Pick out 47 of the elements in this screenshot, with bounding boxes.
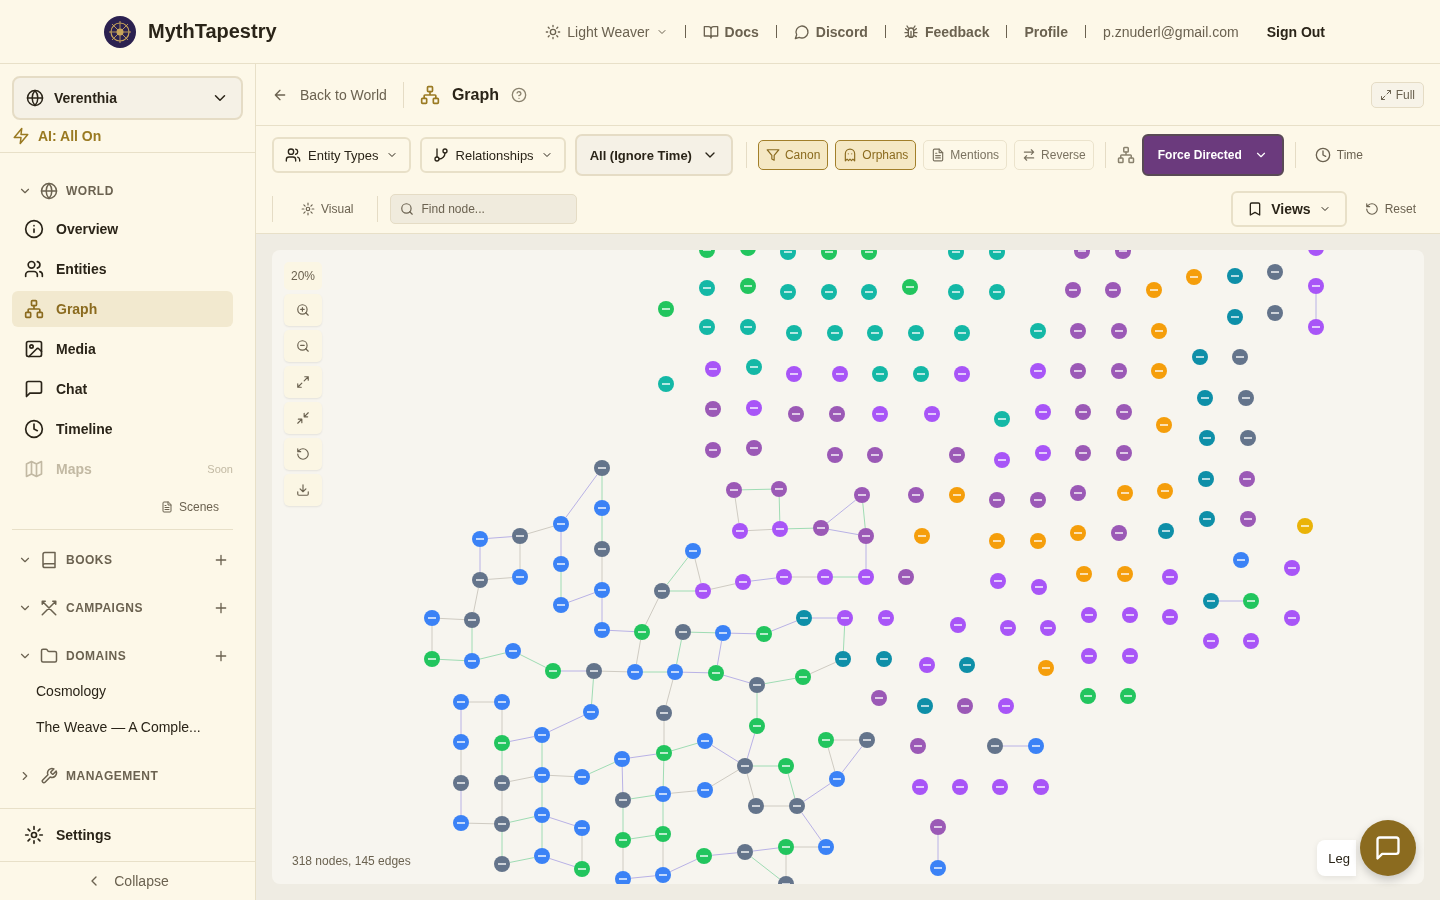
sidebar-nav-item[interactable]: Chat bbox=[12, 371, 233, 408]
ai-status: AI: All On bbox=[38, 128, 102, 145]
back-link[interactable]: Back to World bbox=[272, 86, 387, 103]
soon-label: Soon bbox=[207, 463, 233, 476]
domain-item[interactable]: The Weave — A Comple... bbox=[0, 716, 255, 753]
reset-button[interactable]: Reset bbox=[1364, 201, 1428, 216]
toggle-button[interactable]: Orphans bbox=[835, 140, 917, 170]
world-section-header[interactable]: WORLD bbox=[18, 175, 114, 208]
brand-name: MythTapestry bbox=[148, 20, 277, 43]
graph-canvas[interactable]: 20% 318 nodes, 145 edges Leg bbox=[272, 250, 1424, 884]
sidebar-nav-item[interactable]: Media bbox=[12, 331, 233, 368]
search-field[interactable]: Find node... bbox=[390, 193, 578, 224]
world-selector[interactable]: Verenthia bbox=[12, 76, 243, 120]
toggle-button[interactable]: Mentions bbox=[923, 140, 1008, 170]
section-header[interactable]: BOOKS bbox=[18, 544, 113, 577]
time-filter-dropdown[interactable]: All (Ignore Time) bbox=[574, 134, 733, 176]
sidebar-nav-item[interactable]: Timeline bbox=[12, 411, 233, 448]
views-dropdown[interactable]: Views bbox=[1231, 190, 1347, 227]
toggle-button[interactable]: Canon bbox=[757, 140, 829, 170]
settings-button[interactable]: Settings bbox=[12, 817, 243, 854]
section-header[interactable]: MANAGEMENT bbox=[18, 760, 159, 793]
time-button[interactable]: Time bbox=[1306, 147, 1371, 163]
collapse-button[interactable]: Collapse bbox=[86, 873, 169, 890]
visual-button[interactable]: Visual bbox=[289, 201, 366, 216]
scenes-link[interactable]: Scenes bbox=[160, 500, 219, 515]
section-header[interactable]: CAMPAIGNS bbox=[18, 592, 143, 625]
zoom-level: 20% bbox=[284, 262, 322, 290]
page-title: Graph bbox=[451, 85, 499, 104]
theme-selector[interactable]: Light Weaver bbox=[545, 23, 668, 40]
header-link[interactable]: Profile bbox=[1024, 23, 1069, 40]
header-link[interactable]: Docs bbox=[702, 23, 759, 40]
sidebar-nav-item[interactable]: Graph bbox=[12, 291, 233, 328]
graph-stats: 318 nodes, 145 edges bbox=[292, 854, 411, 868]
sign-out-link[interactable]: Sign Out bbox=[1266, 23, 1325, 40]
header-link[interactable]: Feedback bbox=[902, 23, 990, 40]
fullscreen-button[interactable]: Full bbox=[1370, 81, 1424, 108]
filter-dropdown[interactable]: Relationships bbox=[419, 137, 566, 173]
section-header[interactable]: DOMAINS bbox=[18, 640, 127, 673]
sidebar-nav-item[interactable]: Overview bbox=[12, 211, 233, 248]
sidebar-nav-item[interactable]: Entities bbox=[12, 251, 233, 288]
user-email: p.znuderl@gmail.com bbox=[1103, 23, 1239, 40]
layout-dropdown[interactable]: Force Directed bbox=[1141, 134, 1284, 176]
toggle-button[interactable]: Reverse bbox=[1014, 140, 1094, 170]
filter-dropdown[interactable]: Entity Types bbox=[272, 137, 411, 173]
domain-item[interactable]: Cosmology bbox=[0, 680, 255, 717]
header-link[interactable]: Discord bbox=[793, 23, 868, 40]
legend-button[interactable]: Leg bbox=[1317, 840, 1356, 876]
